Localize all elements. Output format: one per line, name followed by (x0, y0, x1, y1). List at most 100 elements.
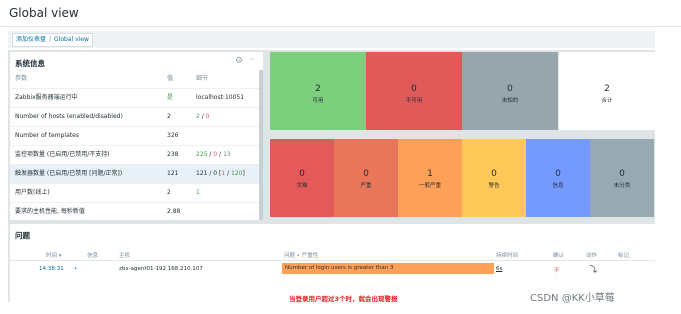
host-availability-widget: 2 可用 0 不可用 0 未知的 2 合计 (270, 52, 655, 130)
severity-information[interactable]: 0 信息 (526, 139, 590, 217)
scrollbar[interactable] (259, 70, 263, 220)
page-title: Global view (9, 6, 79, 20)
header-duration: 持续时间 (496, 253, 519, 259)
param-cell: 用户数(线上) (15, 189, 50, 196)
host-status-unknown[interactable]: 0 未知的 (462, 52, 558, 130)
detail-cell: localhost:10051 (196, 94, 245, 101)
problems-title: 问题 (15, 231, 30, 240)
param-cell: Number of templates (15, 132, 79, 139)
param-cell: 触发器数量 (已启用/已禁用 [问题/正常]) (15, 170, 123, 177)
header-info: 信息 (87, 253, 99, 259)
header-time[interactable]: 时间 ▾ (46, 251, 62, 259)
severity-count: 0 (619, 169, 625, 179)
severity-average[interactable]: 1 一般严重 (398, 139, 462, 217)
header-tags: 标记 (618, 253, 630, 259)
severity-disaster[interactable]: 0 灾难 (270, 139, 334, 217)
value-cell: 2 (167, 189, 171, 196)
detail-cell: 1 (196, 189, 200, 196)
header-ack: 确认 (553, 253, 565, 259)
triggers-ok: 120 (231, 170, 243, 177)
detail-cell: 225 / 0 / 13 (196, 146, 231, 164)
value-cell: 238 (167, 151, 179, 158)
items-unsupported: 13 (222, 151, 231, 158)
table-row: 监控项数量 (已启用/已禁用/不支持) 238 225 / 0 / 13 (10, 146, 259, 165)
system-info-widget: 系统信息 ⚙ ··· 参数 值 细节 Zabbix服务器端运行中 是 local… (10, 52, 263, 220)
problem-host[interactable]: zbx-agent01-192.168.210.107 (119, 266, 203, 272)
severity-label: 信息 (552, 183, 564, 189)
hosts-disabled: 0 (205, 113, 210, 120)
severity-high[interactable]: 0 严重 (334, 139, 398, 217)
host-label: 合计 (601, 98, 613, 104)
host-count: 2 (604, 84, 610, 94)
table-row: Number of templates 326 (10, 127, 259, 146)
severity-label: 未分类 (613, 183, 631, 189)
system-info-title: 系统信息 (15, 59, 45, 68)
host-status-available[interactable]: 2 可用 (270, 52, 366, 130)
severity-warning[interactable]: 0 警告 (462, 139, 526, 217)
severity-count: 0 (555, 169, 561, 179)
table-row: 触发器数量 (已启用/已禁用 [问题/正常]) 121 121 / 0 [1 /… (10, 165, 259, 184)
host-status-total[interactable]: 2 合计 (558, 52, 655, 130)
host-count: 0 (411, 84, 417, 94)
breadcrumb-parent-link[interactable]: 添加仪表盘 (16, 36, 46, 43)
detail-cell: 121 / 0 [1 / 120] (196, 165, 245, 183)
value-cell: 是 (167, 94, 174, 101)
severity-count: 1 (427, 169, 433, 179)
header-detail: 细节 (196, 75, 209, 82)
problem-name[interactable]: Number of login users is greater than 3 (282, 263, 494, 274)
param-cell: Zabbix服务器端运行中 (15, 94, 78, 101)
problem-bullet: • (74, 266, 78, 272)
problems-header: 时间 ▾ 信息 主机 问题 • 严重性 持续时间 确认 动作 标记 (10, 248, 655, 261)
host-label: 未知的 (501, 98, 519, 104)
header-actions: 动作 (586, 253, 598, 259)
host-label: 可用 (312, 98, 324, 104)
host-count: 2 (315, 84, 321, 94)
header-value: 值 (167, 75, 174, 82)
table-row: 用户数(线上) 2 1 (10, 184, 259, 203)
title-divider (0, 26, 681, 27)
host-count: 0 (507, 84, 513, 94)
value-cell: 121 (167, 170, 179, 177)
breadcrumb: 添加仪表盘 / Global view (12, 33, 93, 47)
header-host[interactable]: 主机 (119, 251, 130, 259)
severity-label: 一般严重 (418, 183, 441, 189)
header-param: 参数 (15, 75, 28, 82)
problem-time-link[interactable]: 14:38:31 (39, 266, 64, 272)
breadcrumb-separator: / (49, 36, 52, 43)
severity-not-classified[interactable]: 0 未分类 (590, 139, 654, 217)
table-row: 要求的主机性能, 每秒新值 2.88 (10, 203, 259, 220)
triggers-enabled: 121 (196, 170, 208, 177)
severity-count: 0 (491, 169, 497, 179)
actions-icon[interactable]: ⤵ (589, 264, 597, 275)
host-status-unavailable[interactable]: 0 不可用 (366, 52, 462, 130)
items-enabled: 225 (196, 151, 208, 158)
severity-count: 0 (299, 169, 305, 179)
header-problem[interactable]: 问题 • 严重性 (284, 251, 318, 259)
more-menu-icon[interactable]: ··· (249, 55, 255, 64)
breadcrumb-bar: 添加仪表盘 / Global view (8, 31, 655, 48)
value-cell: 2 (167, 113, 171, 120)
problem-row: 14:38:31 • zbx-agent01-192.168.210.107 N… (10, 262, 655, 278)
severity-label: 警告 (488, 183, 500, 189)
param-cell: Number of hosts (enabled/disabled) (15, 113, 123, 120)
table-row: Zabbix服务器端运行中 是 localhost:10051 (10, 89, 259, 108)
table-row: Number of hosts (enabled/disabled) 2 2 /… (10, 108, 259, 127)
problems-by-severity-widget: 0 灾难 0 严重 1 一般严重 0 警告 0 信息 0 未分类 (270, 139, 654, 217)
gear-icon[interactable]: ⚙ (235, 56, 243, 66)
problem-ack-link[interactable]: 不 (554, 266, 560, 274)
host-label: 不可用 (405, 98, 423, 104)
severity-count: 0 (363, 169, 369, 179)
watermark: CSDN @KK小草莓 (530, 293, 615, 304)
param-cell: 要求的主机性能, 每秒新值 (15, 208, 85, 215)
problem-duration[interactable]: 6s (496, 266, 502, 272)
param-cell: 监控项数量 (已启用/已禁用/不支持) (15, 151, 110, 158)
severity-label: 严重 (360, 183, 372, 189)
system-info-header: 参数 值 细节 (10, 70, 259, 89)
annotation-note: 当登录用户超过3个时，就会出现警报 (289, 295, 398, 303)
severity-label: 灾难 (296, 183, 308, 189)
value-cell: 326 (167, 132, 179, 139)
value-cell: 2.88 (167, 208, 181, 215)
breadcrumb-current[interactable]: Global view (54, 36, 89, 43)
bracket: ] (242, 170, 245, 177)
detail-cell: 2 / 0 (196, 108, 210, 126)
